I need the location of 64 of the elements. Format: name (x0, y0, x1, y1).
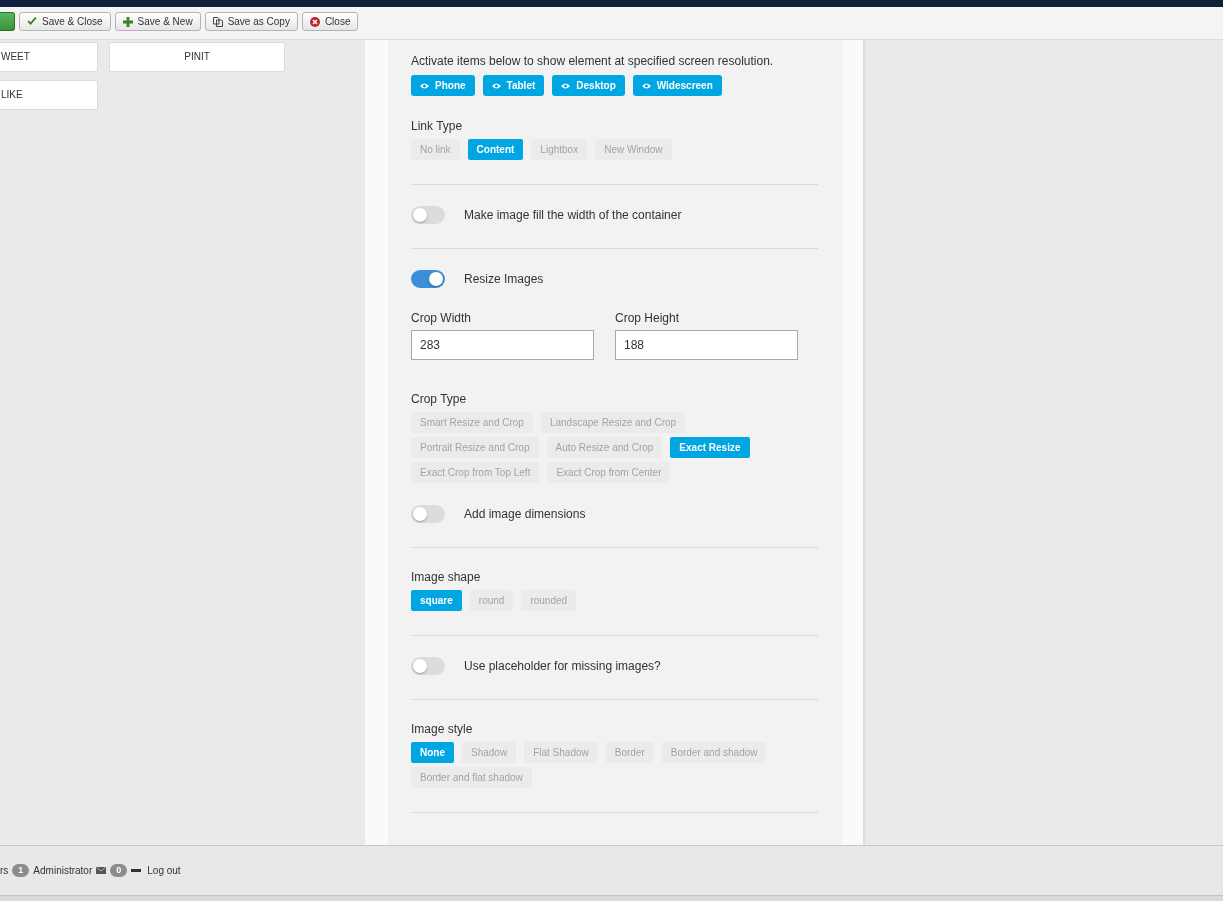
toggle-label: Make image fill the width of the container (464, 207, 682, 223)
count-badge: 1 (12, 864, 30, 877)
close-button[interactable]: Close (301, 12, 359, 31)
option-button[interactable]: Exact Resize (670, 437, 750, 458)
option-button[interactable]: None (411, 742, 454, 763)
status-text: rs (0, 865, 9, 876)
tile[interactable]: WEET (0, 42, 98, 72)
toggle-switch[interactable] (411, 505, 445, 523)
option-button[interactable]: Portrait Resize and Crop (411, 437, 539, 458)
option-button[interactable]: Auto Resize and Crop (546, 437, 663, 458)
field-label: Crop Width (411, 310, 473, 326)
toggle-switch[interactable] (411, 270, 445, 288)
input-field[interactable]: 188 (615, 330, 798, 360)
input-field[interactable]: 283 (411, 330, 594, 360)
option-button[interactable]: Smart Resize and Crop (411, 412, 533, 433)
save-new-button[interactable]: Save & New (114, 12, 201, 31)
option-button[interactable]: Exact Crop from Top Left (411, 462, 540, 483)
option-button[interactable]: Content (467, 139, 524, 160)
field-label: Crop Height (615, 310, 681, 326)
device-button[interactable]: Phone (411, 75, 475, 96)
save-copy-button[interactable]: Save as Copy (204, 12, 298, 31)
save-close-button[interactable]: Save & Close (19, 12, 111, 31)
close-icon (309, 16, 320, 27)
eye-icon (491, 82, 501, 89)
option-button[interactable]: New Window (595, 139, 672, 160)
device-button[interactable]: Desktop (552, 75, 625, 96)
toolbar-button[interactable] (0, 12, 15, 31)
option-button[interactable]: Border and shadow (661, 742, 767, 763)
device-button[interactable]: Widescreen (632, 75, 722, 96)
eye-icon (561, 82, 571, 89)
check-icon (27, 17, 37, 26)
toggle-label: Use placeholder for missing images? (464, 658, 661, 674)
toggle-switch[interactable] (411, 206, 445, 224)
tile[interactable]: LIKE (0, 80, 98, 110)
option-button[interactable]: Exact Crop from Center (547, 462, 671, 483)
logout-link[interactable]: Log out (147, 865, 181, 876)
option-button[interactable]: Lightbox (531, 139, 588, 160)
option-button[interactable]: Landscape Resize and Crop (540, 412, 686, 433)
instruction-text: Activate items below to show element at specified screen resolution. (411, 53, 775, 69)
envelope-icon (96, 867, 107, 874)
field-label: Image style (411, 721, 474, 737)
option-button[interactable]: Border (605, 742, 654, 763)
field-label: Crop Type (411, 391, 468, 407)
device-button[interactable]: Tablet (482, 75, 545, 96)
option-button[interactable]: round (469, 590, 514, 611)
toggle-label: Add image dimensions (464, 506, 586, 522)
plus-icon (122, 16, 133, 27)
tile[interactable]: PINIT (109, 42, 285, 72)
option-button[interactable]: rounded (521, 590, 577, 611)
status-text: Administrator (33, 865, 93, 876)
copy-icon (212, 16, 223, 27)
toggle-label: Resize Images (464, 271, 544, 287)
option-button[interactable]: Shadow (462, 742, 517, 763)
option-button[interactable]: square (411, 590, 462, 611)
option-button[interactable]: No link (411, 139, 460, 160)
option-button[interactable]: Border and flat shadow (411, 767, 532, 788)
option-button[interactable]: Flat Shadow (524, 742, 598, 763)
minus-icon (131, 869, 142, 872)
count-badge: 0 (110, 864, 128, 877)
field-label: Link Type (411, 118, 464, 134)
toggle-switch[interactable] (411, 657, 445, 675)
eye-icon (420, 82, 429, 89)
field-label: Image shape (411, 569, 482, 585)
eye-icon (641, 82, 651, 89)
